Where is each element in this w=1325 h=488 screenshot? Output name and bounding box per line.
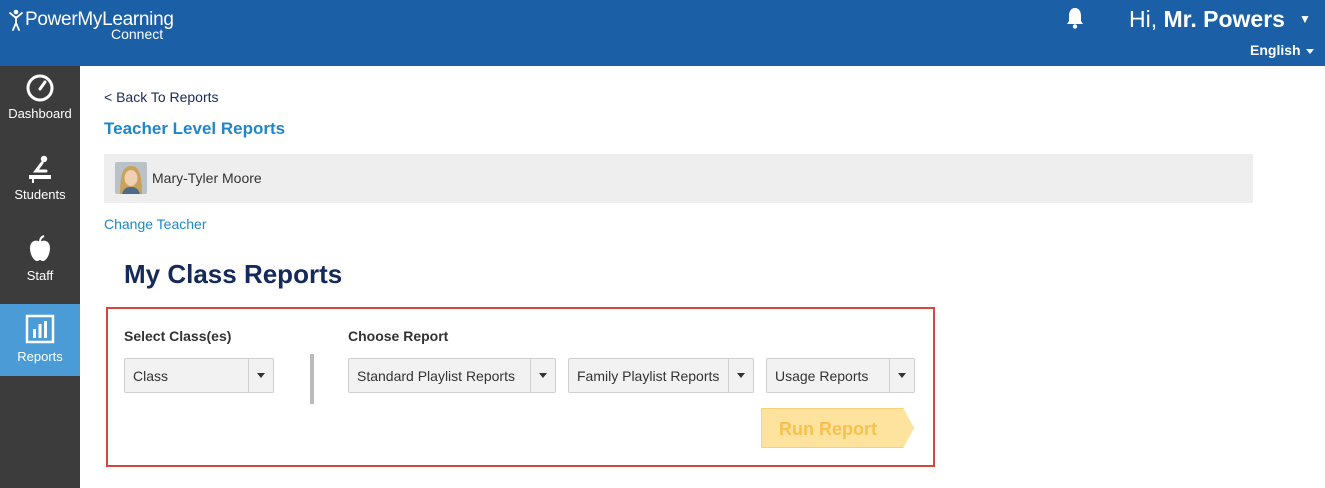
bar-chart-icon	[25, 314, 55, 344]
teacher-bar: Mary-Tyler Moore	[104, 154, 1253, 203]
chevron-down-icon	[530, 359, 555, 392]
sidebar-item-students[interactable]: Students	[0, 147, 80, 219]
divider	[310, 354, 314, 404]
run-report-button[interactable]: Run Report	[761, 408, 914, 448]
usage-reports-select[interactable]: Usage Reports	[766, 358, 915, 393]
chevron-down-icon	[889, 359, 914, 392]
user-menu-caret-icon[interactable]: ▼	[1299, 12, 1311, 26]
select-value: Standard Playlist Reports	[357, 368, 515, 384]
sidebar-item-label: Staff	[26, 268, 54, 283]
sidebar-item-dashboard[interactable]: Dashboard	[0, 66, 80, 138]
family-playlist-reports-select[interactable]: Family Playlist Reports	[568, 358, 754, 393]
avatar	[115, 162, 147, 194]
greeting-prefix: Hi,	[1129, 6, 1158, 32]
sidebar-item-reports[interactable]: Reports	[0, 304, 80, 376]
chevron-down-icon	[1305, 48, 1314, 54]
chevron-down-icon	[248, 359, 273, 392]
language-label: English	[1250, 42, 1301, 58]
sidebar-item-label: Reports	[17, 349, 63, 364]
change-teacher-link[interactable]: Change Teacher	[104, 216, 206, 232]
language-selector[interactable]: English	[1250, 42, 1314, 58]
page-title: My Class Reports	[124, 259, 343, 289]
back-to-reports-link[interactable]: < Back To Reports	[104, 89, 219, 105]
choose-report-label: Choose Report	[348, 328, 449, 344]
top-header: PowerMyLearning Connect Hi, Mr. Powers ▼…	[0, 0, 1325, 66]
section-title: Teacher Level Reports	[104, 119, 286, 138]
report-selection-panel: Select Class(es) Class Choose Report Sta…	[106, 307, 935, 467]
standard-playlist-reports-select[interactable]: Standard Playlist Reports	[348, 358, 556, 393]
teacher-name: Mary-Tyler Moore	[152, 170, 262, 186]
user-greeting[interactable]: Hi, Mr. Powers	[1129, 6, 1285, 33]
teacher-photo-icon	[115, 162, 147, 194]
sidebar-item-label: Dashboard	[8, 106, 72, 121]
apple-icon	[30, 235, 50, 261]
chevron-down-icon	[728, 359, 753, 392]
jumping-figure-icon	[9, 9, 23, 31]
gauge-icon	[26, 74, 54, 102]
class-select[interactable]: Class	[124, 358, 274, 393]
logo-subtext: Connect	[111, 26, 164, 42]
student-desk-icon	[29, 155, 51, 183]
user-name: Mr. Powers	[1163, 6, 1285, 32]
select-value: Family Playlist Reports	[577, 368, 720, 384]
sidebar: Dashboard Students Staff Reports	[0, 66, 80, 488]
select-value: Usage Reports	[775, 368, 869, 384]
bell-icon[interactable]	[1064, 6, 1086, 30]
sidebar-item-staff[interactable]: Staff	[0, 228, 80, 300]
run-report-label: Run Report	[779, 419, 877, 439]
select-class-label: Select Class(es)	[124, 328, 232, 344]
sidebar-item-label: Students	[14, 187, 66, 202]
class-select-value: Class	[133, 368, 169, 384]
